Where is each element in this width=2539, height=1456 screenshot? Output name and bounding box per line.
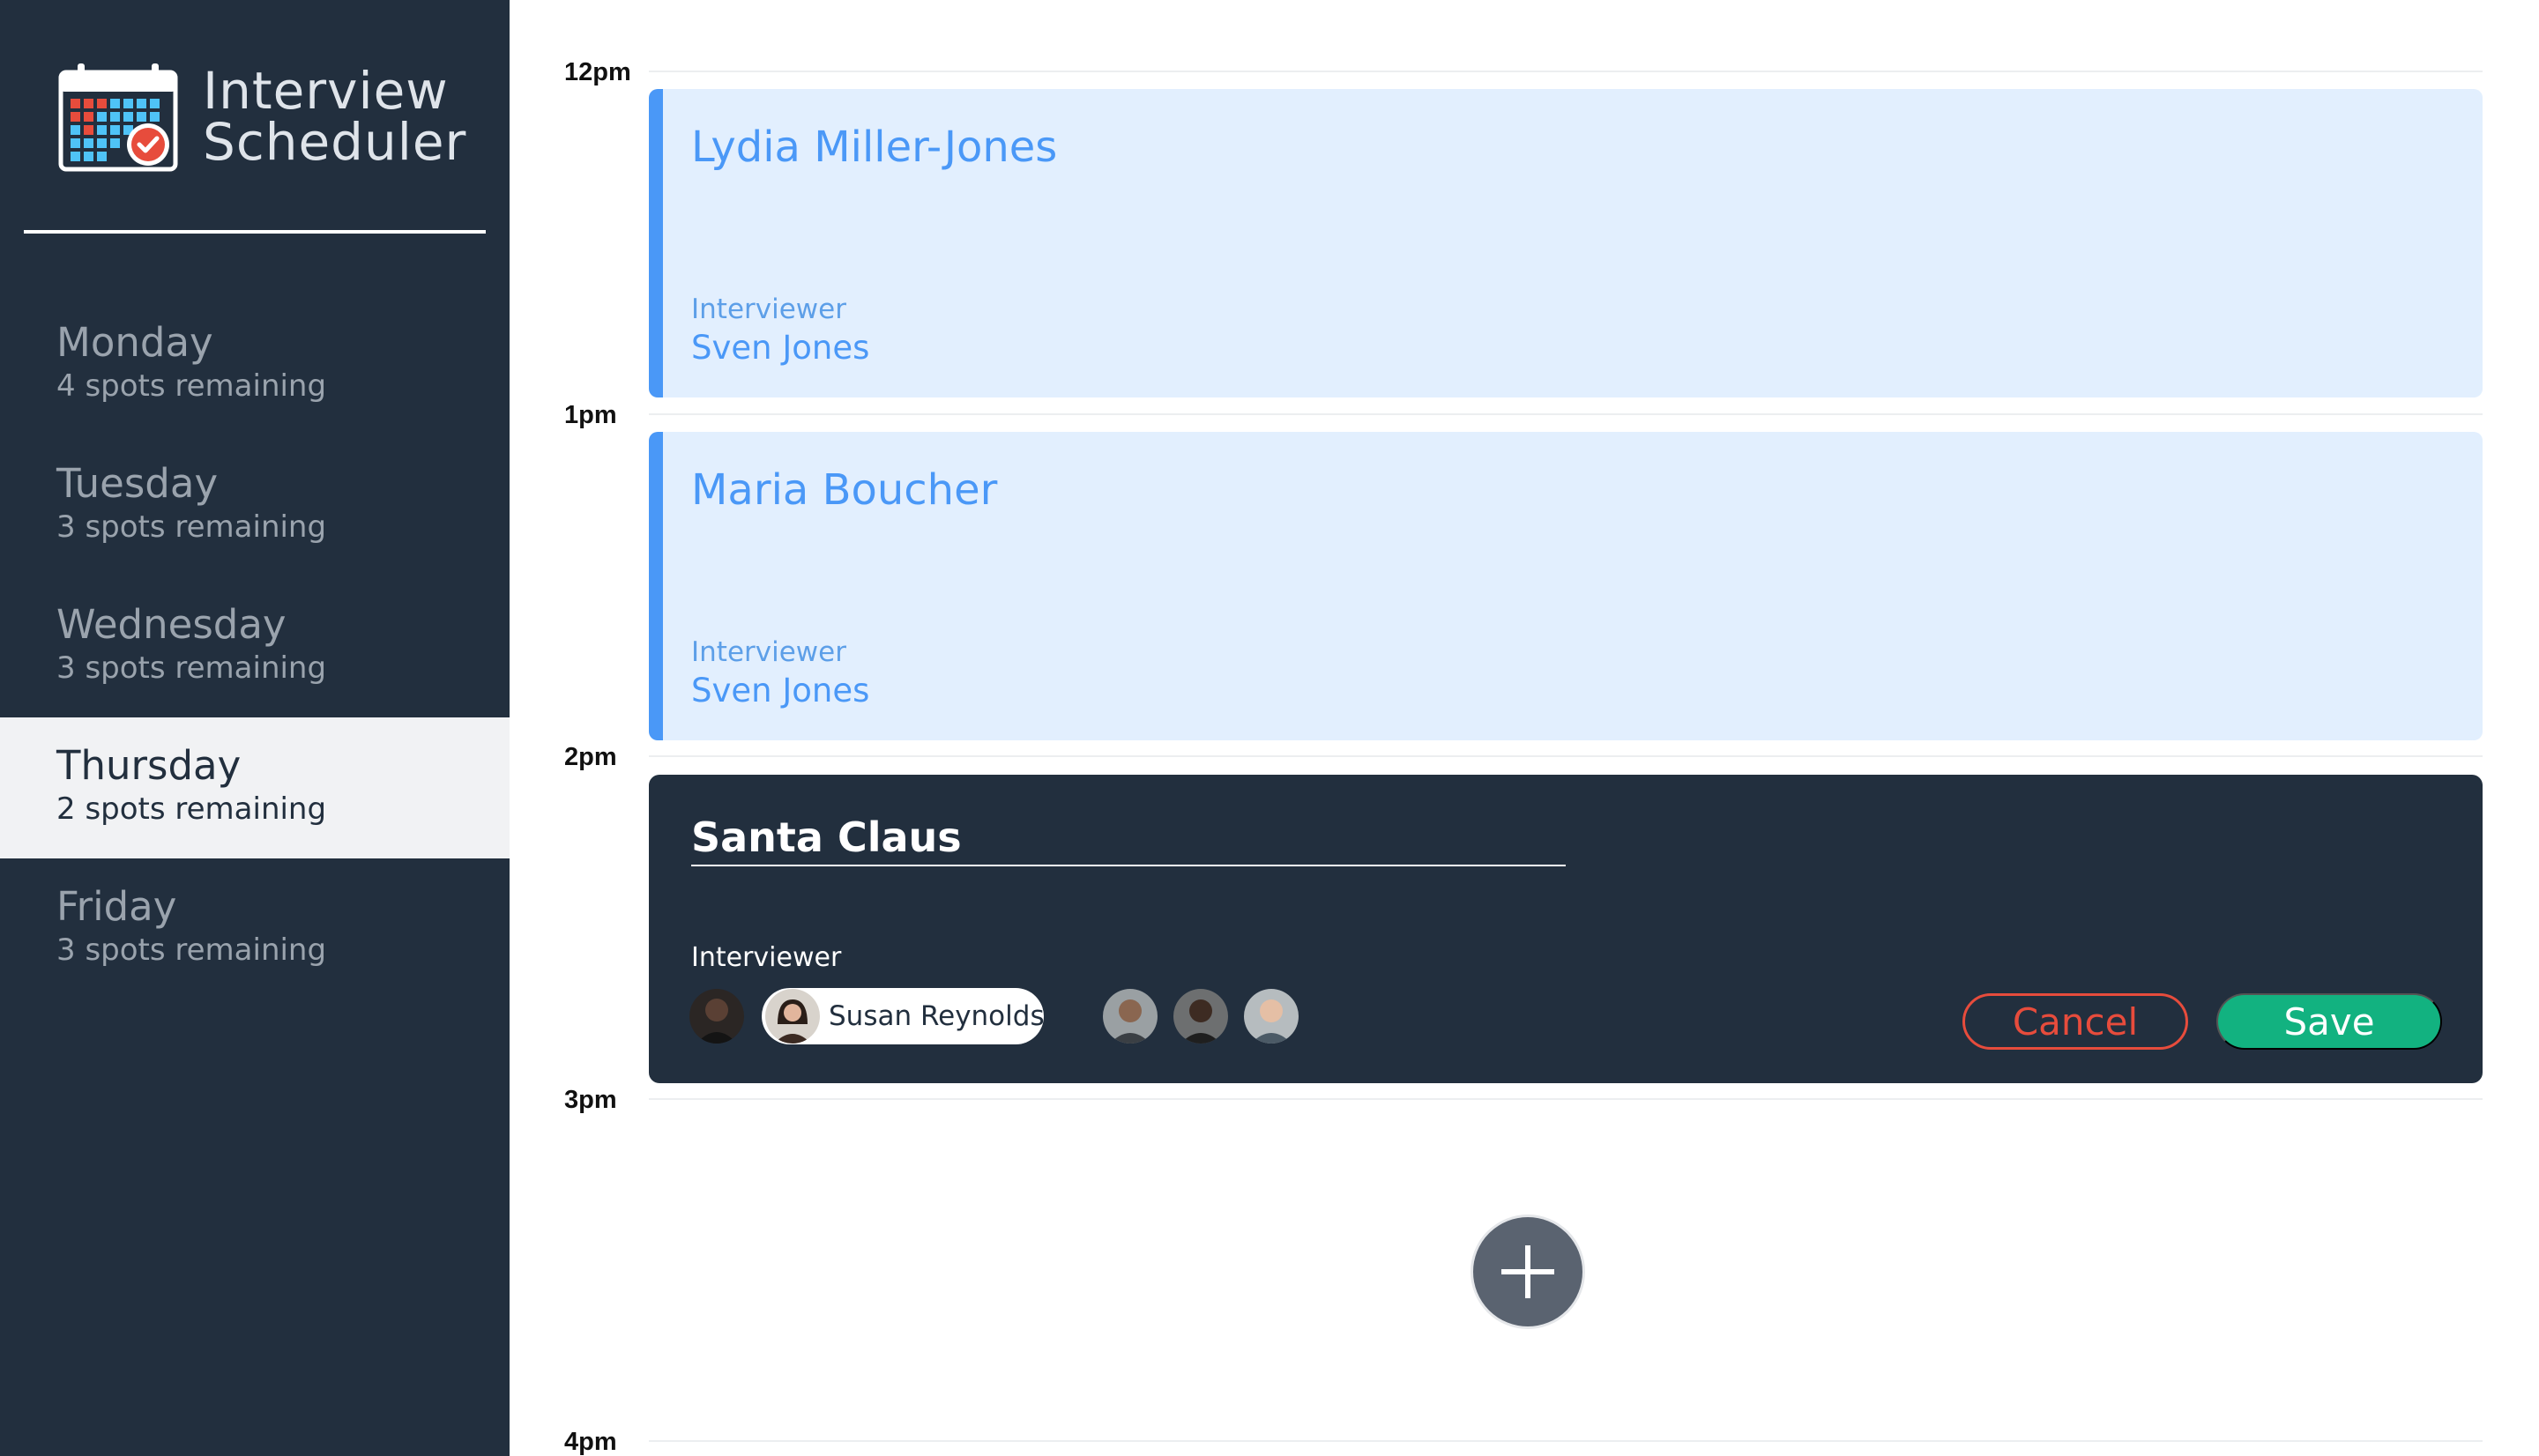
app-title: Interview Scheduler [203,65,466,167]
time-label: 3pm [564,1086,617,1114]
cancel-button[interactable]: Cancel [1962,993,2188,1050]
app-title-line1: Interview [203,61,449,121]
interviewer-avatar[interactable] [1173,989,1228,1044]
student-name: Lydia Miller-Jones [691,123,1058,172]
selected-interviewer[interactable]: Susan Reynolds [762,988,1045,1044]
sidebar: Interview Scheduler Monday 4 spots remai… [0,0,510,1456]
time-label: 12pm [564,58,631,86]
student-name: Maria Boucher [691,465,998,515]
time-label: 1pm [564,401,617,429]
hour-divider [649,413,2483,415]
day-spots-remaining: 3 spots remaining [56,650,327,686]
day-name: Tuesday [56,460,219,507]
day-item-friday[interactable]: Friday 3 spots remaining [0,858,510,999]
student-name-input[interactable] [691,810,1566,866]
day-name: Thursday [56,742,242,789]
day-spots-remaining: 2 spots remaining [56,791,327,827]
day-item-wednesday[interactable]: Wednesday 3 spots remaining [0,576,510,717]
save-button[interactable]: Save [2216,993,2442,1050]
avatar-photo [1103,989,1158,1044]
day-spots-remaining: 3 spots remaining [56,932,327,968]
app-title-line2: Scheduler [203,112,467,172]
interviewer-avatar[interactable] [689,989,744,1044]
interviewer-label: Interviewer [691,293,846,325]
add-appointment-button[interactable] [1471,1215,1585,1329]
avatar-photo [689,989,744,1044]
hour-divider [649,1440,2483,1442]
day-spots-remaining: 3 spots remaining [56,509,327,545]
day-item-tuesday[interactable]: Tuesday 3 spots remaining [0,435,510,576]
day-list: Monday 4 spots remaining Tuesday 3 spots… [0,294,510,999]
interviewer-avatar[interactable] [1244,989,1299,1044]
day-item-monday[interactable]: Monday 4 spots remaining [0,294,510,435]
day-name: Friday [56,883,177,930]
avatar-photo [1244,989,1299,1044]
day-item-thursday[interactable]: Thursday 2 spots remaining [0,717,510,858]
appointment-card[interactable]: Lydia Miller-Jones Interviewer Sven Jone… [649,89,2483,397]
hour-divider [649,71,2483,72]
appointment-card[interactable]: Maria Boucher Interviewer Sven Jones [649,432,2483,740]
interviewer-label: Interviewer [691,942,842,973]
selected-interviewer-name: Susan Reynolds [829,1000,1045,1032]
app-root: Interview Scheduler Monday 4 spots remai… [0,0,2539,1456]
avatar-photo [765,989,820,1044]
time-label: 2pm [564,743,617,771]
day-name: Wednesday [56,601,287,648]
sidebar-divider [24,230,486,234]
time-label: 4pm [564,1428,617,1456]
avatar-photo [1173,989,1228,1044]
plus-icon [1501,1245,1554,1298]
interviewer-avatar [765,989,820,1044]
hour-divider [649,1098,2483,1100]
interviewer-avatar[interactable] [1103,989,1158,1044]
interviewer-name: Sven Jones [691,672,870,709]
calendar-check-icon [58,63,178,173]
day-name: Monday [56,319,213,366]
appointment-editor: Interviewer Susan Reynolds [649,775,2483,1083]
hour-divider [649,755,2483,757]
interviewer-label: Interviewer [691,636,846,668]
interviewer-name: Sven Jones [691,329,870,367]
day-spots-remaining: 4 spots remaining [56,368,327,404]
